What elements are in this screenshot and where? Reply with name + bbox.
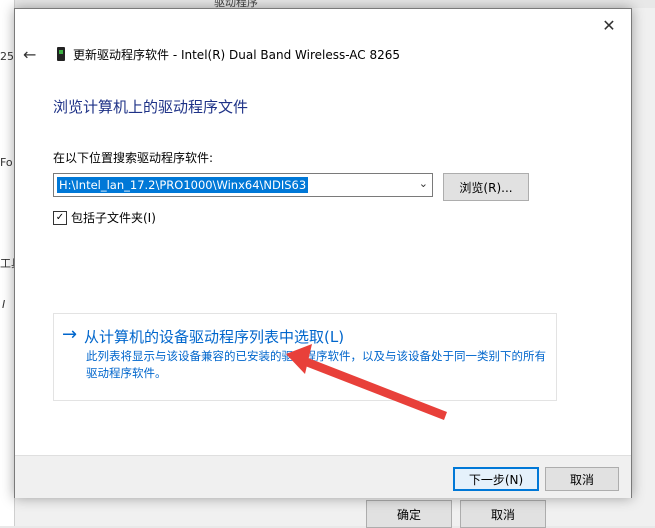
pick-from-list-option[interactable]: → 从计算机的设备驱动程序列表中选取(L) 此列表将显示与该设备兼容的已安装的驱… (53, 313, 557, 401)
dialog-title: 更新驱动程序软件 - Intel(R) Dual Band Wireless-A… (73, 48, 401, 62)
chevron-down-icon[interactable]: ⌄ (419, 177, 428, 190)
update-driver-dialog: ✕ ← 更新驱动程序软件 - Intel(R) Dual Band Wirele… (14, 8, 632, 498)
close-icon[interactable]: ✕ (599, 15, 619, 35)
network-adapter-icon (57, 47, 65, 61)
page-heading: 浏览计算机上的驱动程序文件 (53, 98, 249, 116)
pick-from-list-title[interactable]: 从计算机的设备驱动程序列表中选取(L) (84, 326, 344, 347)
cancel-button[interactable]: 取消 (545, 467, 619, 491)
arrow-right-icon: → (62, 324, 78, 345)
include-subfolders-checkbox[interactable]: ✓ (53, 211, 67, 225)
next-button[interactable]: 下一步(N) (453, 467, 539, 491)
back-arrow-icon[interactable]: ← (23, 45, 36, 64)
path-combobox[interactable]: H:\Intel_lan_17.2\PRO1000\Winx64\NDIS63 … (53, 173, 433, 197)
background-ok-button[interactable]: 确定 (366, 500, 452, 528)
path-input-value[interactable]: H:\Intel_lan_17.2\PRO1000\Winx64\NDIS63 (57, 177, 309, 193)
dialog-footer: 下一步(N) 取消 (15, 455, 631, 498)
browse-button[interactable]: 浏览(R)... (443, 173, 529, 201)
pick-from-list-description: 此列表将显示与该设备兼容的已安装的驱动程序软件，以及与该设备处于同一类别下的所有… (86, 349, 546, 380)
search-location-label: 在以下位置搜索驱动程序软件: (53, 151, 214, 165)
background-fragment: I (2, 298, 6, 311)
background-titlebar: 驱动程序 (14, 0, 655, 9)
background-fragment: Fo (0, 156, 13, 169)
background-cancel-button[interactable]: 取消 (460, 500, 546, 528)
include-subfolders-label[interactable]: 包括子文件夹(I) (71, 209, 156, 226)
